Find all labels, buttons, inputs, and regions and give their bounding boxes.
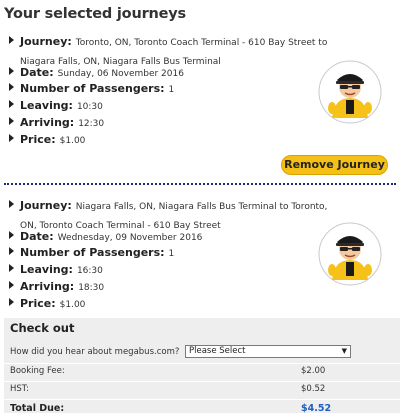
bullet-icon (9, 134, 14, 142)
total-due-value: $4.52 (301, 403, 332, 413)
leaving-time: 16:30 (76, 266, 103, 276)
journey-card: Journey: Niagara Falls, ON, Niagara Falls… (0, 192, 400, 312)
bullet-icon (9, 298, 14, 306)
bullet-icon (9, 117, 14, 125)
price-label: Price: (20, 133, 56, 146)
arriving-label: Arriving: (20, 116, 75, 129)
passengers-label: Number of Passengers: (20, 82, 165, 95)
checkout-panel: Check out How did you hear about megabus… (4, 318, 400, 413)
journey-label: Journey: (20, 199, 72, 212)
bullet-icon (9, 67, 14, 75)
booking-fee-value: $2.00 (301, 366, 326, 376)
journey-price: $1.00 (59, 300, 86, 310)
divider (4, 399, 400, 400)
hear-about-select-value: Please Select (189, 346, 246, 356)
hear-about-select[interactable]: Please Select ▼ (185, 345, 351, 358)
hst-value: $0.52 (301, 384, 326, 394)
bullet-icon (9, 231, 14, 239)
passengers-count: 1 (168, 249, 175, 259)
journey-card: Journey: Toronto, ON, Toronto Coach Termi… (0, 28, 400, 178)
bullet-icon (9, 200, 14, 208)
arriving-label: Arriving: (20, 280, 75, 293)
leaving-time: 10:30 (76, 102, 103, 112)
passengers-label: Number of Passengers: (20, 246, 165, 259)
dropdown-arrow-icon: ▼ (341, 347, 347, 355)
bus-driver-mascot-icon (318, 222, 382, 286)
leaving-label: Leaving: (20, 263, 73, 276)
hear-about-label: How did you hear about megabus.com? (10, 347, 180, 357)
booking-fee-label: Booking Fee: (10, 366, 65, 376)
passengers-count: 1 (168, 85, 175, 95)
bullet-icon (9, 281, 14, 289)
arriving-time: 12:30 (78, 119, 105, 129)
divider (4, 381, 400, 382)
journey-date: Wednesday, 09 November 2016 (57, 233, 203, 243)
remove-journey-button[interactable]: Remove Journey (281, 155, 388, 175)
bullet-icon (9, 264, 14, 272)
date-label: Date: (20, 230, 54, 243)
bus-driver-mascot-icon (318, 60, 382, 124)
price-label: Price: (20, 297, 56, 310)
journey-label: Journey: (20, 35, 72, 48)
bullet-icon (9, 83, 14, 91)
arriving-time: 18:30 (78, 283, 105, 293)
total-due-label: Total Due: (10, 403, 65, 413)
divider (4, 363, 400, 364)
journey-date: Sunday, 06 November 2016 (57, 69, 184, 79)
page-title: Your selected journeys (4, 6, 186, 22)
bullet-icon (9, 247, 14, 255)
bullet-icon (9, 100, 14, 108)
leaving-label: Leaving: (20, 99, 73, 112)
checkout-title: Check out (10, 321, 75, 335)
date-label: Date: (20, 66, 54, 79)
hst-label: HST: (10, 384, 29, 394)
journey-separator (4, 183, 396, 185)
journey-price: $1.00 (59, 136, 86, 146)
bullet-icon (9, 36, 14, 44)
